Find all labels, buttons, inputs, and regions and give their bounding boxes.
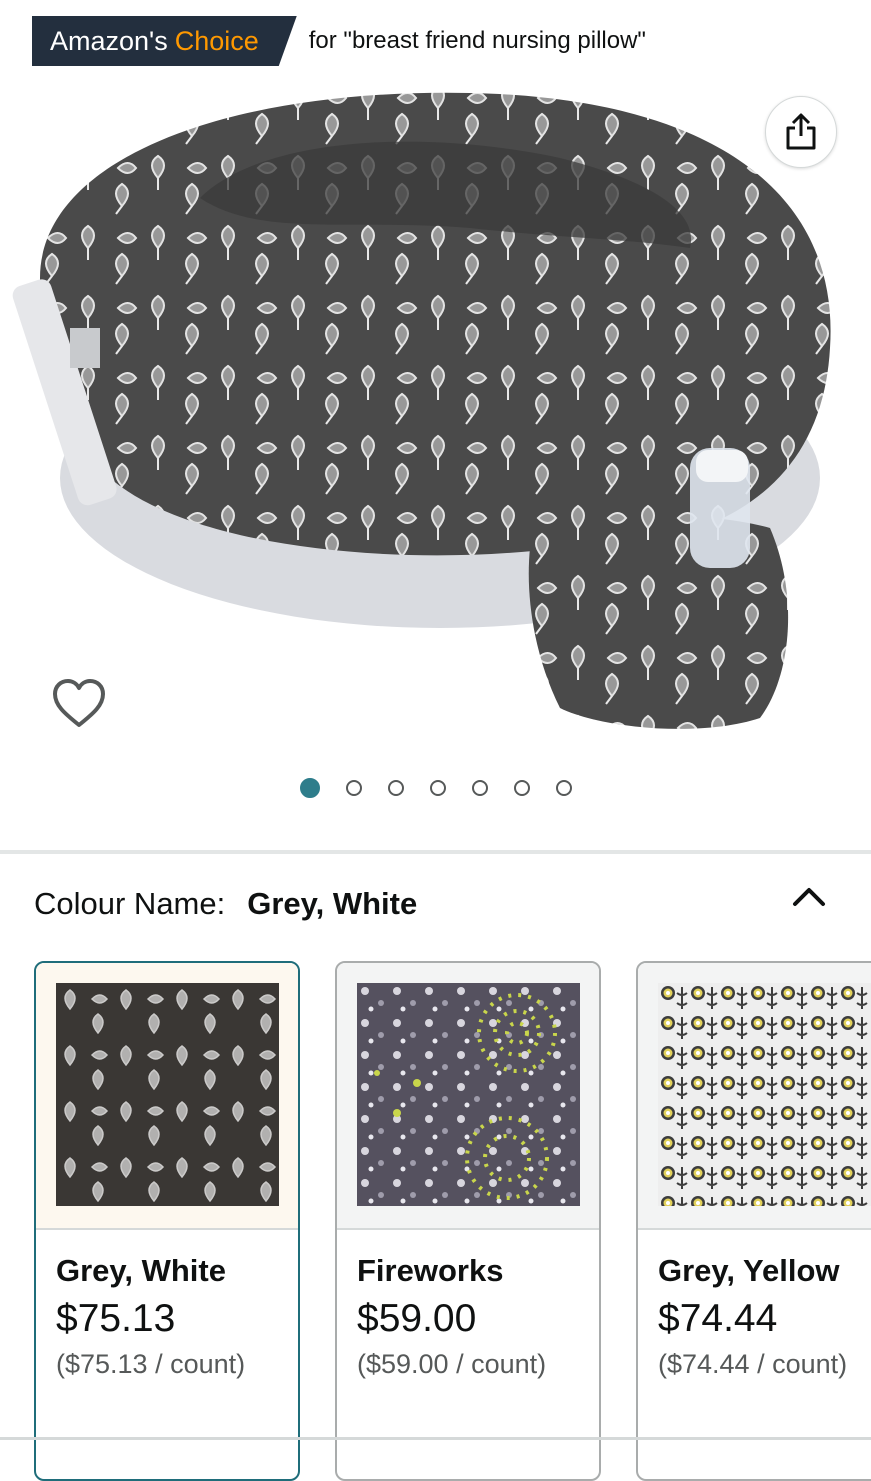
- chevron-up-icon[interactable]: [790, 880, 828, 912]
- variant-swatch-area: [36, 963, 298, 1230]
- variant-name: Grey, Yellow: [658, 1253, 840, 1288]
- variant-swatch-area: [337, 963, 599, 1230]
- variant-card-fireworks[interactable]: Fireworks $59.00 ($59.00 / count): [335, 961, 601, 1481]
- colour-name-row[interactable]: Colour Name: Grey, White: [34, 884, 834, 924]
- share-icon: [786, 113, 816, 150]
- amazons-choice-row: Amazon's Choice for "breast friend nursi…: [32, 16, 646, 66]
- variant-price: $75.13: [56, 1297, 176, 1340]
- variant-swatch-area: [638, 963, 871, 1230]
- heart-icon[interactable]: [50, 675, 108, 733]
- colour-name-label: Colour Name:: [34, 886, 226, 921]
- variant-name: Grey, White: [56, 1253, 226, 1288]
- variant-unit-price: ($59.00 / count): [357, 1349, 547, 1379]
- amazons-choice-badge[interactable]: Amazon's Choice: [32, 16, 297, 66]
- share-button[interactable]: [765, 96, 837, 168]
- badge-amazons-text: Amazon's: [50, 25, 168, 56]
- variant-name: Fireworks: [357, 1253, 504, 1288]
- variant-card-grey-white[interactable]: Grey, White $75.13 ($75.13 / count): [34, 961, 300, 1481]
- variant-price: $59.00: [357, 1297, 477, 1340]
- variant-unit-price: ($74.44 / count): [658, 1349, 848, 1379]
- carousel-dot[interactable]: [555, 780, 572, 796]
- variant-card-grey-yellow[interactable]: Grey, Yellow $74.44 ($74.44 / count): [636, 961, 871, 1481]
- product-image[interactable]: [0, 78, 871, 768]
- variant-price: $74.44: [658, 1297, 778, 1340]
- carousel-dot[interactable]: [429, 780, 446, 796]
- variant-swatch-ginkgo: [56, 983, 279, 1206]
- variant-unit-price: ($75.13 / count): [56, 1349, 246, 1379]
- carousel-dot[interactable]: [299, 778, 320, 798]
- variant-swatch-fireworks: [357, 983, 580, 1206]
- top-edge: [0, 0, 871, 8]
- badge-choice-text: Choice: [174, 25, 259, 56]
- badge-search-term: for "breast friend nursing pillow": [308, 27, 646, 54]
- image-carousel-dots: [0, 778, 871, 804]
- section-divider: [0, 850, 871, 854]
- carousel-dot[interactable]: [513, 780, 530, 796]
- carousel-dot[interactable]: [471, 780, 488, 796]
- colour-name-value: Grey, White: [247, 886, 418, 921]
- carousel-dot[interactable]: [387, 780, 404, 796]
- carousel-dot[interactable]: [345, 780, 362, 796]
- variant-swatch-flowers: [658, 983, 871, 1206]
